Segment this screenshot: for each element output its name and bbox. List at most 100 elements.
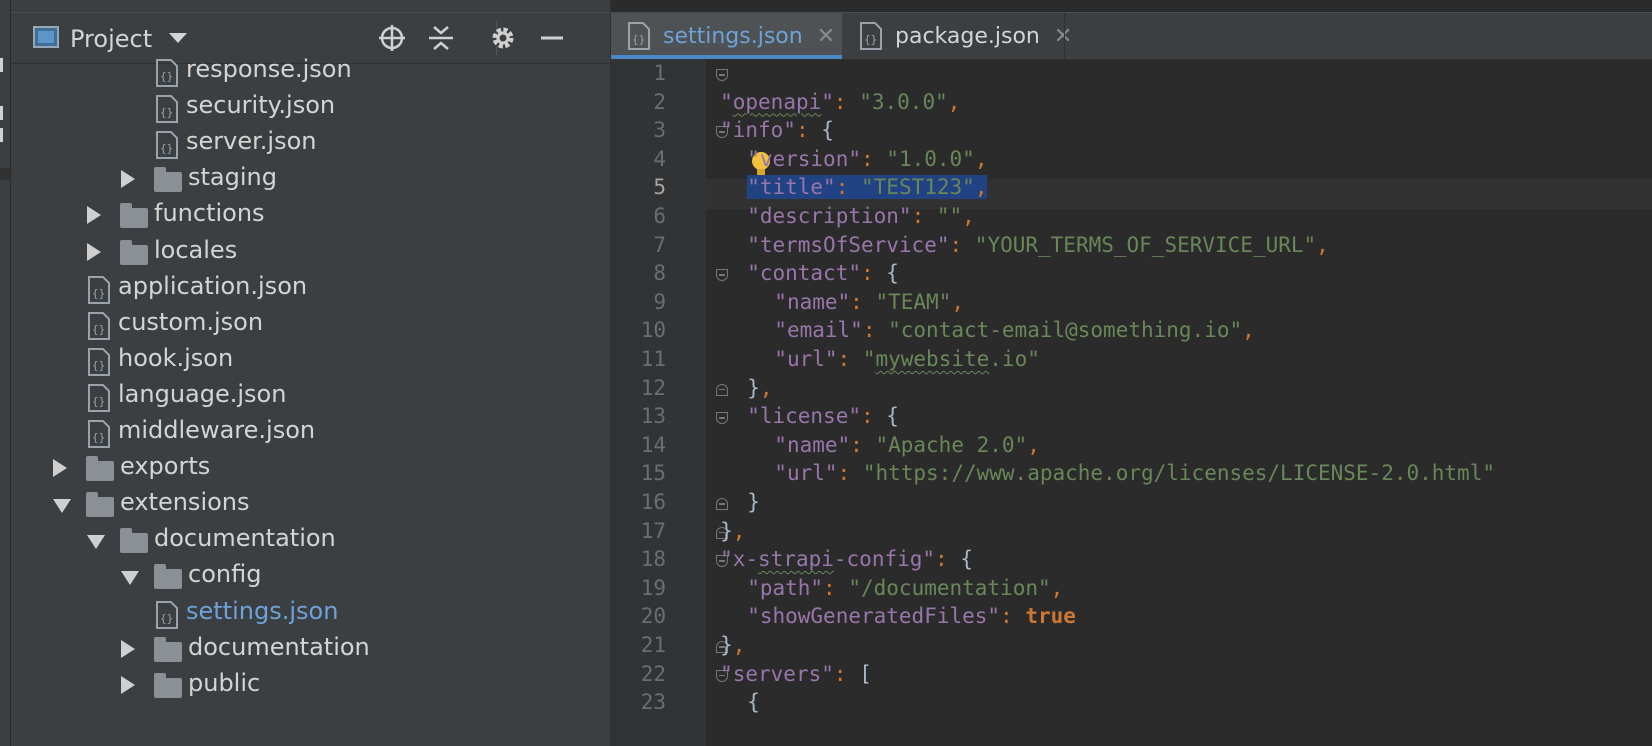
svg-text:{}: {} bbox=[864, 33, 877, 46]
tree-folder-config[interactable]: config bbox=[11, 557, 610, 595]
code-line[interactable]: "email": "contact-email@something.io", bbox=[706, 318, 1255, 348]
code-line[interactable]: "servers": [ bbox=[706, 662, 872, 692]
collapse-all-icon[interactable] bbox=[426, 23, 456, 53]
code-line[interactable]: "title": "TEST123", bbox=[706, 175, 988, 205]
code-line[interactable]: }, bbox=[706, 633, 745, 663]
line-number: 23 bbox=[640, 690, 666, 715]
code-line[interactable]: "path": "/documentation", bbox=[706, 576, 1063, 606]
tool-window-strip bbox=[0, 0, 11, 746]
tree-folder-staging[interactable]: staging bbox=[11, 160, 610, 198]
tree-item-label: documentation bbox=[154, 524, 336, 553]
code-line[interactable]: "info": { bbox=[706, 118, 834, 148]
code-line[interactable]: "url": "https://www.apache.org/licenses/… bbox=[706, 461, 1495, 491]
folder-icon bbox=[154, 167, 182, 193]
line-number: 6 bbox=[653, 204, 666, 228]
locate-icon[interactable] bbox=[377, 23, 407, 53]
code-line[interactable]: } bbox=[706, 490, 760, 520]
code-line[interactable]: "name": "TEAM", bbox=[706, 290, 964, 320]
tree-folder-functions[interactable]: functions bbox=[11, 196, 610, 234]
chevron-right-icon[interactable] bbox=[121, 170, 135, 189]
tree-file-application[interactable]: {} application.json bbox=[11, 269, 610, 307]
tree-item-label: response.json bbox=[186, 55, 352, 83]
folder-icon bbox=[120, 203, 148, 229]
tree-file-language[interactable]: {} language.json bbox=[11, 377, 610, 415]
tree-file-security[interactable]: {} security.json bbox=[11, 88, 610, 126]
code-line[interactable]: }, bbox=[706, 376, 772, 406]
tree-folder-exports[interactable]: exports bbox=[11, 449, 610, 487]
code-line[interactable]: "description": "", bbox=[706, 204, 975, 234]
line-number: 9 bbox=[653, 289, 666, 314]
json-file-icon: {} bbox=[156, 600, 178, 629]
chevron-right-icon[interactable] bbox=[87, 206, 101, 225]
tab-separator bbox=[1064, 13, 1065, 59]
tab-package-json[interactable]: {} package.json ✕ bbox=[843, 13, 1072, 59]
json-file-icon: {} bbox=[156, 95, 178, 124]
chevron-right-icon[interactable] bbox=[121, 639, 135, 658]
line-number: 19 bbox=[640, 575, 666, 600]
code-line[interactable]: "name": "Apache 2.0", bbox=[706, 433, 1040, 463]
gear-icon[interactable] bbox=[488, 23, 518, 53]
code-line[interactable]: { bbox=[706, 690, 760, 720]
tree-file-server[interactable]: {} server.json bbox=[11, 124, 610, 162]
strip-marker bbox=[0, 106, 3, 120]
chevron-down-icon[interactable] bbox=[87, 535, 105, 550]
tree-folder-documentation[interactable]: documentation bbox=[11, 521, 610, 559]
close-icon[interactable]: ✕ bbox=[817, 24, 835, 49]
svg-text:{}: {} bbox=[92, 395, 105, 408]
line-number: 14 bbox=[640, 432, 666, 457]
chevron-right-icon[interactable] bbox=[121, 675, 135, 694]
editor-tab-bar: {} settings.json ✕ {} package.json ✕ bbox=[611, 12, 1652, 60]
project-panel-title[interactable]: Project bbox=[70, 25, 152, 53]
line-number: 21 bbox=[640, 633, 666, 657]
tree-folder-public[interactable]: public bbox=[11, 666, 610, 704]
folder-icon bbox=[154, 672, 182, 698]
code-editor[interactable]: { "openapi": "3.0.0","info": {"version": … bbox=[706, 59, 1652, 746]
folder-icon bbox=[86, 492, 114, 518]
tree-file-hook[interactable]: {} hook.json bbox=[11, 341, 610, 379]
json-file-icon: {} bbox=[628, 22, 650, 50]
json-file-icon: {} bbox=[156, 59, 178, 87]
code-line[interactable]: "termsOfService": "YOUR_TERMS_OF_SERVICE… bbox=[706, 233, 1329, 263]
chevron-down-icon[interactable] bbox=[53, 499, 71, 514]
svg-text:{}: {} bbox=[92, 359, 105, 372]
code-line[interactable]: "openapi": "3.0.0", bbox=[706, 90, 960, 120]
tree-file-custom[interactable]: {} custom.json bbox=[11, 305, 610, 343]
tree-item-label: staging bbox=[188, 163, 277, 192]
line-number: 13 bbox=[640, 404, 666, 429]
json-file-icon: {} bbox=[860, 22, 882, 50]
json-file-icon: {} bbox=[156, 131, 178, 160]
chevron-right-icon[interactable] bbox=[87, 242, 101, 261]
tree-item-label: locales bbox=[154, 235, 238, 264]
line-number: 2 bbox=[653, 89, 666, 114]
json-file-icon: {} bbox=[88, 347, 110, 376]
tree-folder-documentation[interactable]: documentation bbox=[11, 630, 610, 668]
code-line[interactable]: "showGeneratedFiles": true bbox=[706, 604, 1076, 634]
tree-file-middleware[interactable]: {} middleware.json bbox=[11, 413, 610, 451]
tab-label: package.json bbox=[895, 23, 1040, 49]
tree-folder-locales[interactable]: locales bbox=[11, 233, 610, 271]
code-line[interactable]: }, bbox=[706, 519, 745, 549]
code-line[interactable]: "license": { bbox=[706, 404, 899, 434]
code-line[interactable]: "version": "1.0.0", bbox=[706, 147, 987, 177]
svg-text:{}: {} bbox=[92, 431, 105, 444]
tree-item-label: custom.json bbox=[118, 307, 264, 336]
tree-item-label: functions bbox=[154, 199, 265, 228]
chevron-down-icon[interactable] bbox=[169, 33, 187, 43]
code-line[interactable]: "contact": { bbox=[706, 261, 899, 291]
svg-text:{}: {} bbox=[160, 612, 173, 625]
line-number: 5 bbox=[653, 175, 666, 200]
project-tool-window: Project {} response.json{} security.json{}… bbox=[11, 0, 611, 746]
tree-file-settings[interactable]: {} settings.json bbox=[11, 594, 610, 632]
code-line[interactable]: "url": "mywebsite.io" bbox=[706, 347, 1040, 377]
chevron-down-icon[interactable] bbox=[121, 571, 139, 586]
tree-item-label: documentation bbox=[188, 632, 370, 661]
minimize-icon[interactable] bbox=[537, 23, 567, 53]
tree-item-label: public bbox=[188, 668, 261, 697]
code-line[interactable]: "x-strapi-config": { bbox=[706, 547, 973, 577]
tree-item-label: language.json bbox=[118, 379, 287, 408]
tree-folder-extensions[interactable]: extensions bbox=[11, 485, 610, 523]
chevron-right-icon[interactable] bbox=[53, 459, 67, 478]
tab-settings-json[interactable]: {} settings.json ✕ bbox=[611, 13, 842, 59]
tree-item-label: security.json bbox=[186, 91, 336, 120]
tree-file-response[interactable]: {} response.json bbox=[11, 52, 610, 90]
